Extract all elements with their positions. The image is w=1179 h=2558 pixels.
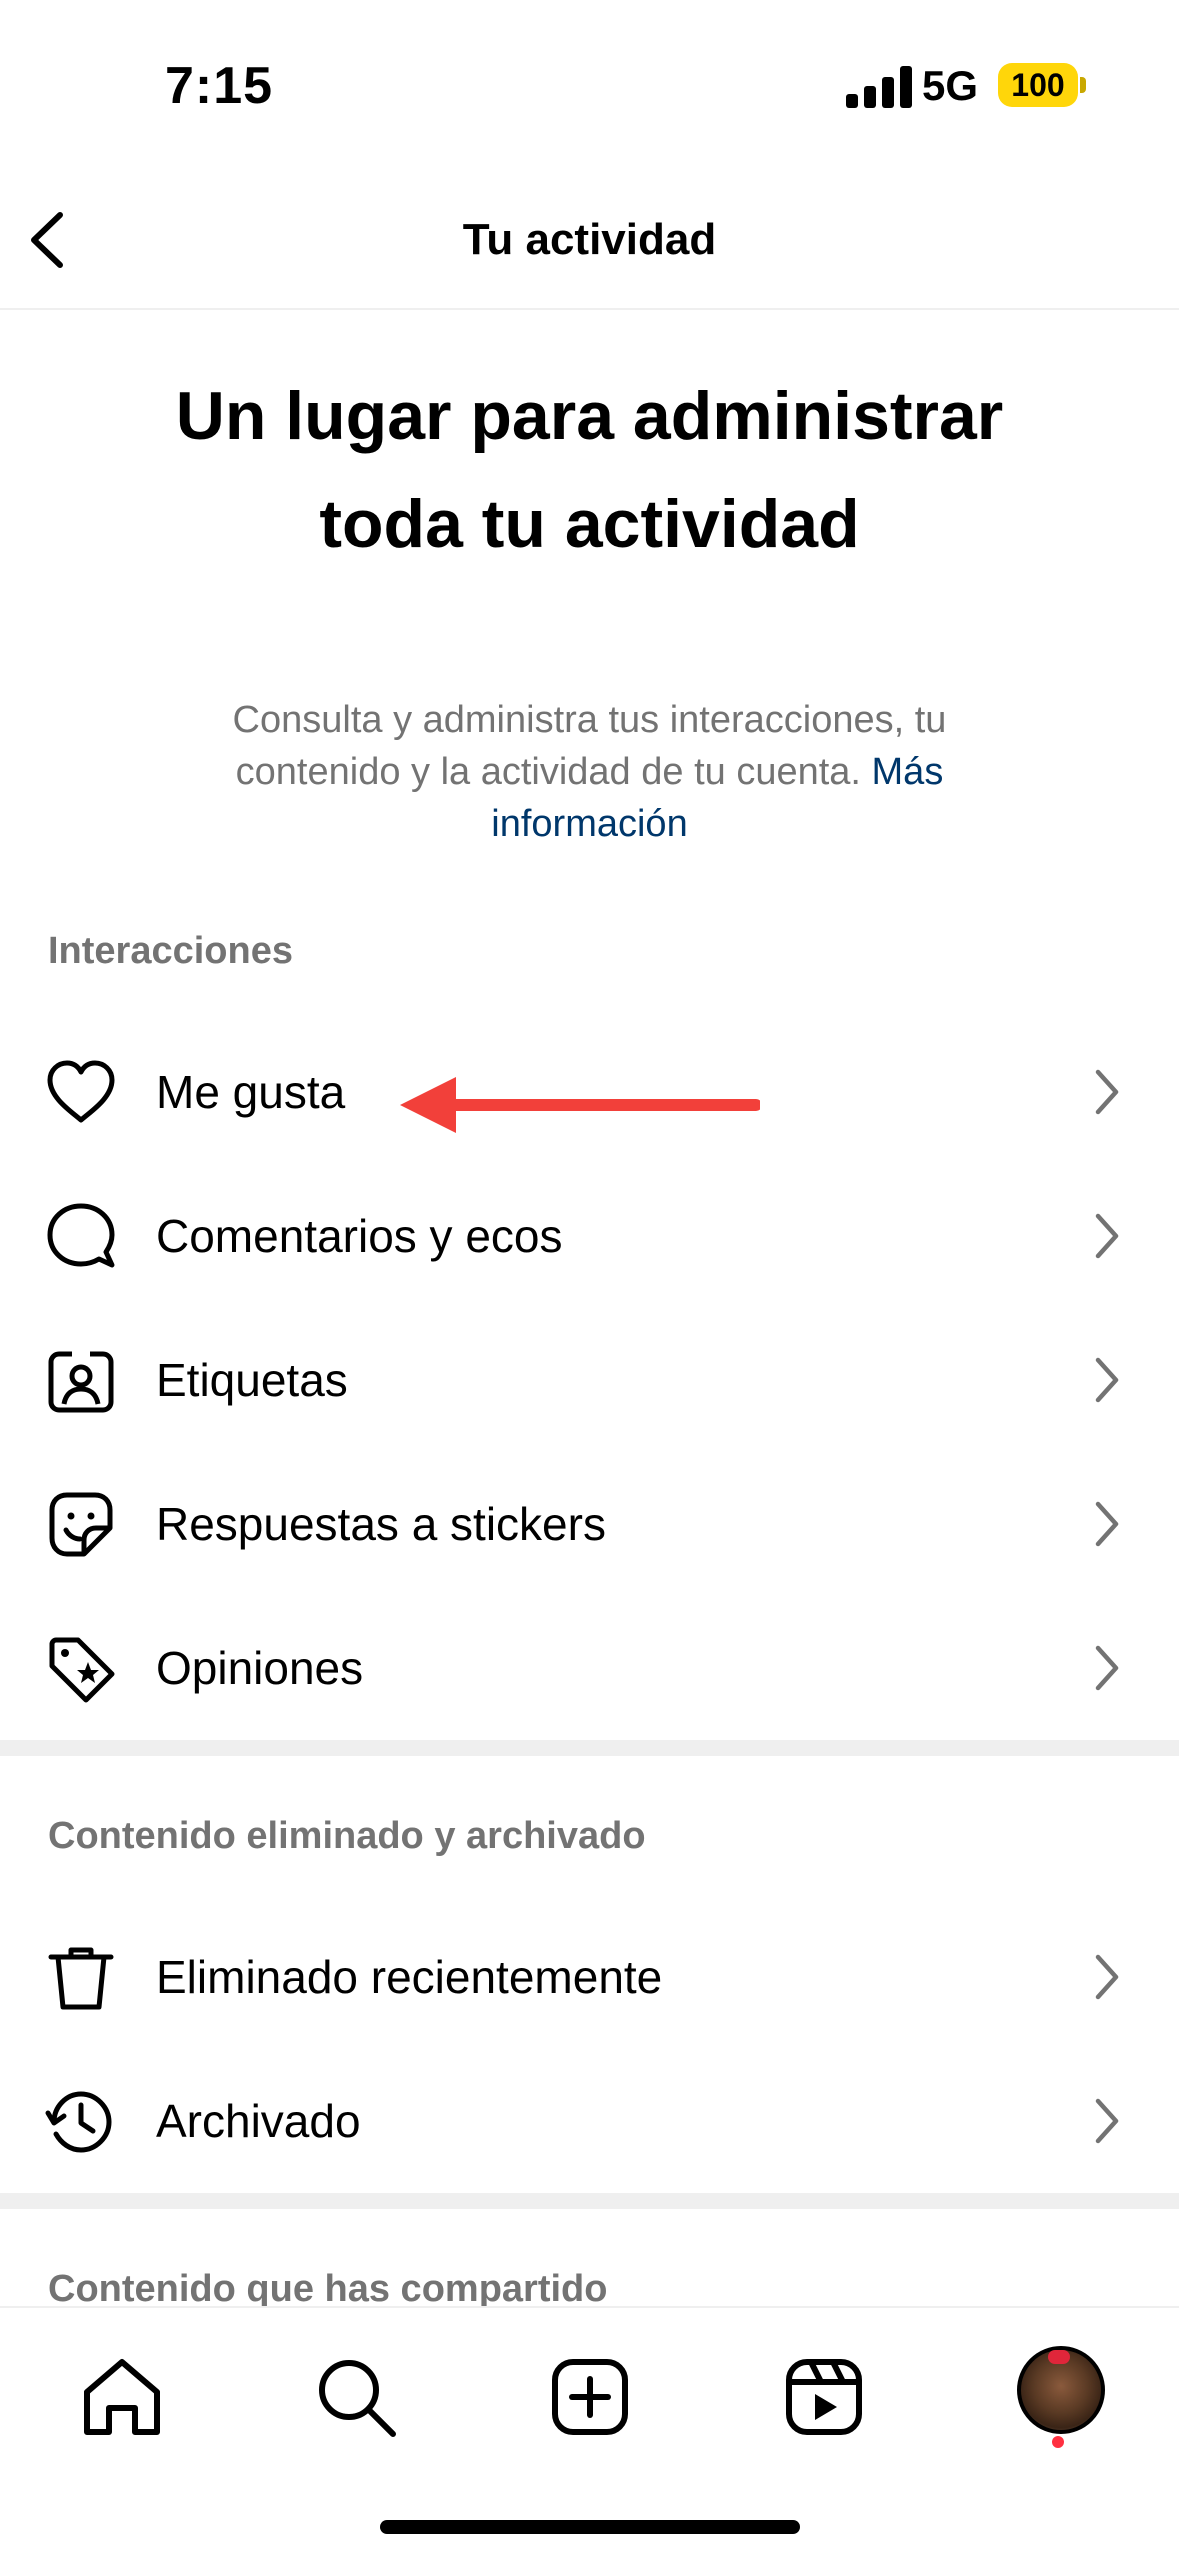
- trash-icon: [48, 1947, 114, 2010]
- list-item-label: Comentarios y ecos: [156, 1210, 563, 1262]
- review-tag-icon: [49, 1637, 115, 1703]
- home-indicator: [380, 2520, 800, 2534]
- nav-header: Tu actividad: [0, 170, 1179, 310]
- create-icon[interactable]: [545, 2352, 635, 2442]
- list-item-tags[interactable]: Etiquetas: [0, 1308, 1179, 1452]
- list-item-label: Archivado: [156, 2095, 361, 2147]
- chevron-right-icon: [1095, 1954, 1119, 2000]
- status-bar: 7:15 5G 100: [0, 0, 1179, 170]
- heart-icon: [47, 1060, 115, 1123]
- page-title: Tu actividad: [462, 215, 717, 264]
- reels-icon[interactable]: [779, 2352, 869, 2442]
- section-title-shared: Contenido que has compartido: [48, 2268, 608, 2310]
- chevron-right-icon: [1095, 2098, 1119, 2144]
- list-item-label: Respuestas a stickers: [156, 1498, 606, 1550]
- status-time: 7:15: [165, 57, 274, 115]
- comment-icon: [47, 1203, 115, 1268]
- notification-dot: [1052, 2436, 1064, 2448]
- cellular-signal-icon: [846, 66, 912, 108]
- list-item-label: Etiquetas: [156, 1354, 348, 1406]
- chevron-right-icon: [1095, 1645, 1119, 1691]
- tag-person-icon: [48, 1351, 114, 1413]
- sticker-icon: [49, 1492, 113, 1557]
- chevron-right-icon: [1095, 1357, 1119, 1403]
- annotation-arrow: [400, 1077, 760, 1133]
- search-icon[interactable]: [311, 2352, 401, 2442]
- hero-description: Consulta y administra tus interacciones,…: [150, 694, 1029, 850]
- list-item-label: Opiniones: [156, 1642, 364, 1694]
- hero-title: Un lugar para administrar toda tu activi…: [175, 378, 1004, 562]
- battery-indicator: 100: [998, 63, 1078, 107]
- section-title-interactions: Interacciones: [48, 930, 293, 972]
- section-divider: [0, 2193, 1179, 2209]
- list-item-recently-deleted[interactable]: Eliminado recientemente: [0, 1905, 1179, 2049]
- network-type: 5G: [922, 62, 979, 109]
- list-item-sticker-responses[interactable]: Respuestas a stickers: [0, 1452, 1179, 1596]
- list-item-comments[interactable]: Comentarios y ecos: [0, 1164, 1179, 1308]
- list-item-label: Eliminado recientemente: [156, 1951, 663, 2003]
- section-divider: [0, 1740, 1179, 1756]
- list-item-archived[interactable]: Archivado: [0, 2049, 1179, 2193]
- bottom-tab-bar: [0, 2306, 1179, 2558]
- battery-nub: [1080, 77, 1086, 93]
- home-icon[interactable]: [77, 2352, 167, 2442]
- section-title-removed: Contenido eliminado y archivado: [48, 1815, 646, 1857]
- chevron-right-icon: [1095, 1213, 1119, 1259]
- chevron-right-icon: [1095, 1501, 1119, 1547]
- list-item-reviews[interactable]: Opiniones: [0, 1596, 1179, 1740]
- avatar-bow-detail: [1048, 2350, 1070, 2364]
- archive-history-icon: [45, 2091, 112, 2153]
- chevron-right-icon: [1095, 1069, 1119, 1115]
- list-item-label: Me gusta: [156, 1066, 346, 1118]
- hero-description-text: Consulta y administra tus interacciones,…: [232, 699, 947, 793]
